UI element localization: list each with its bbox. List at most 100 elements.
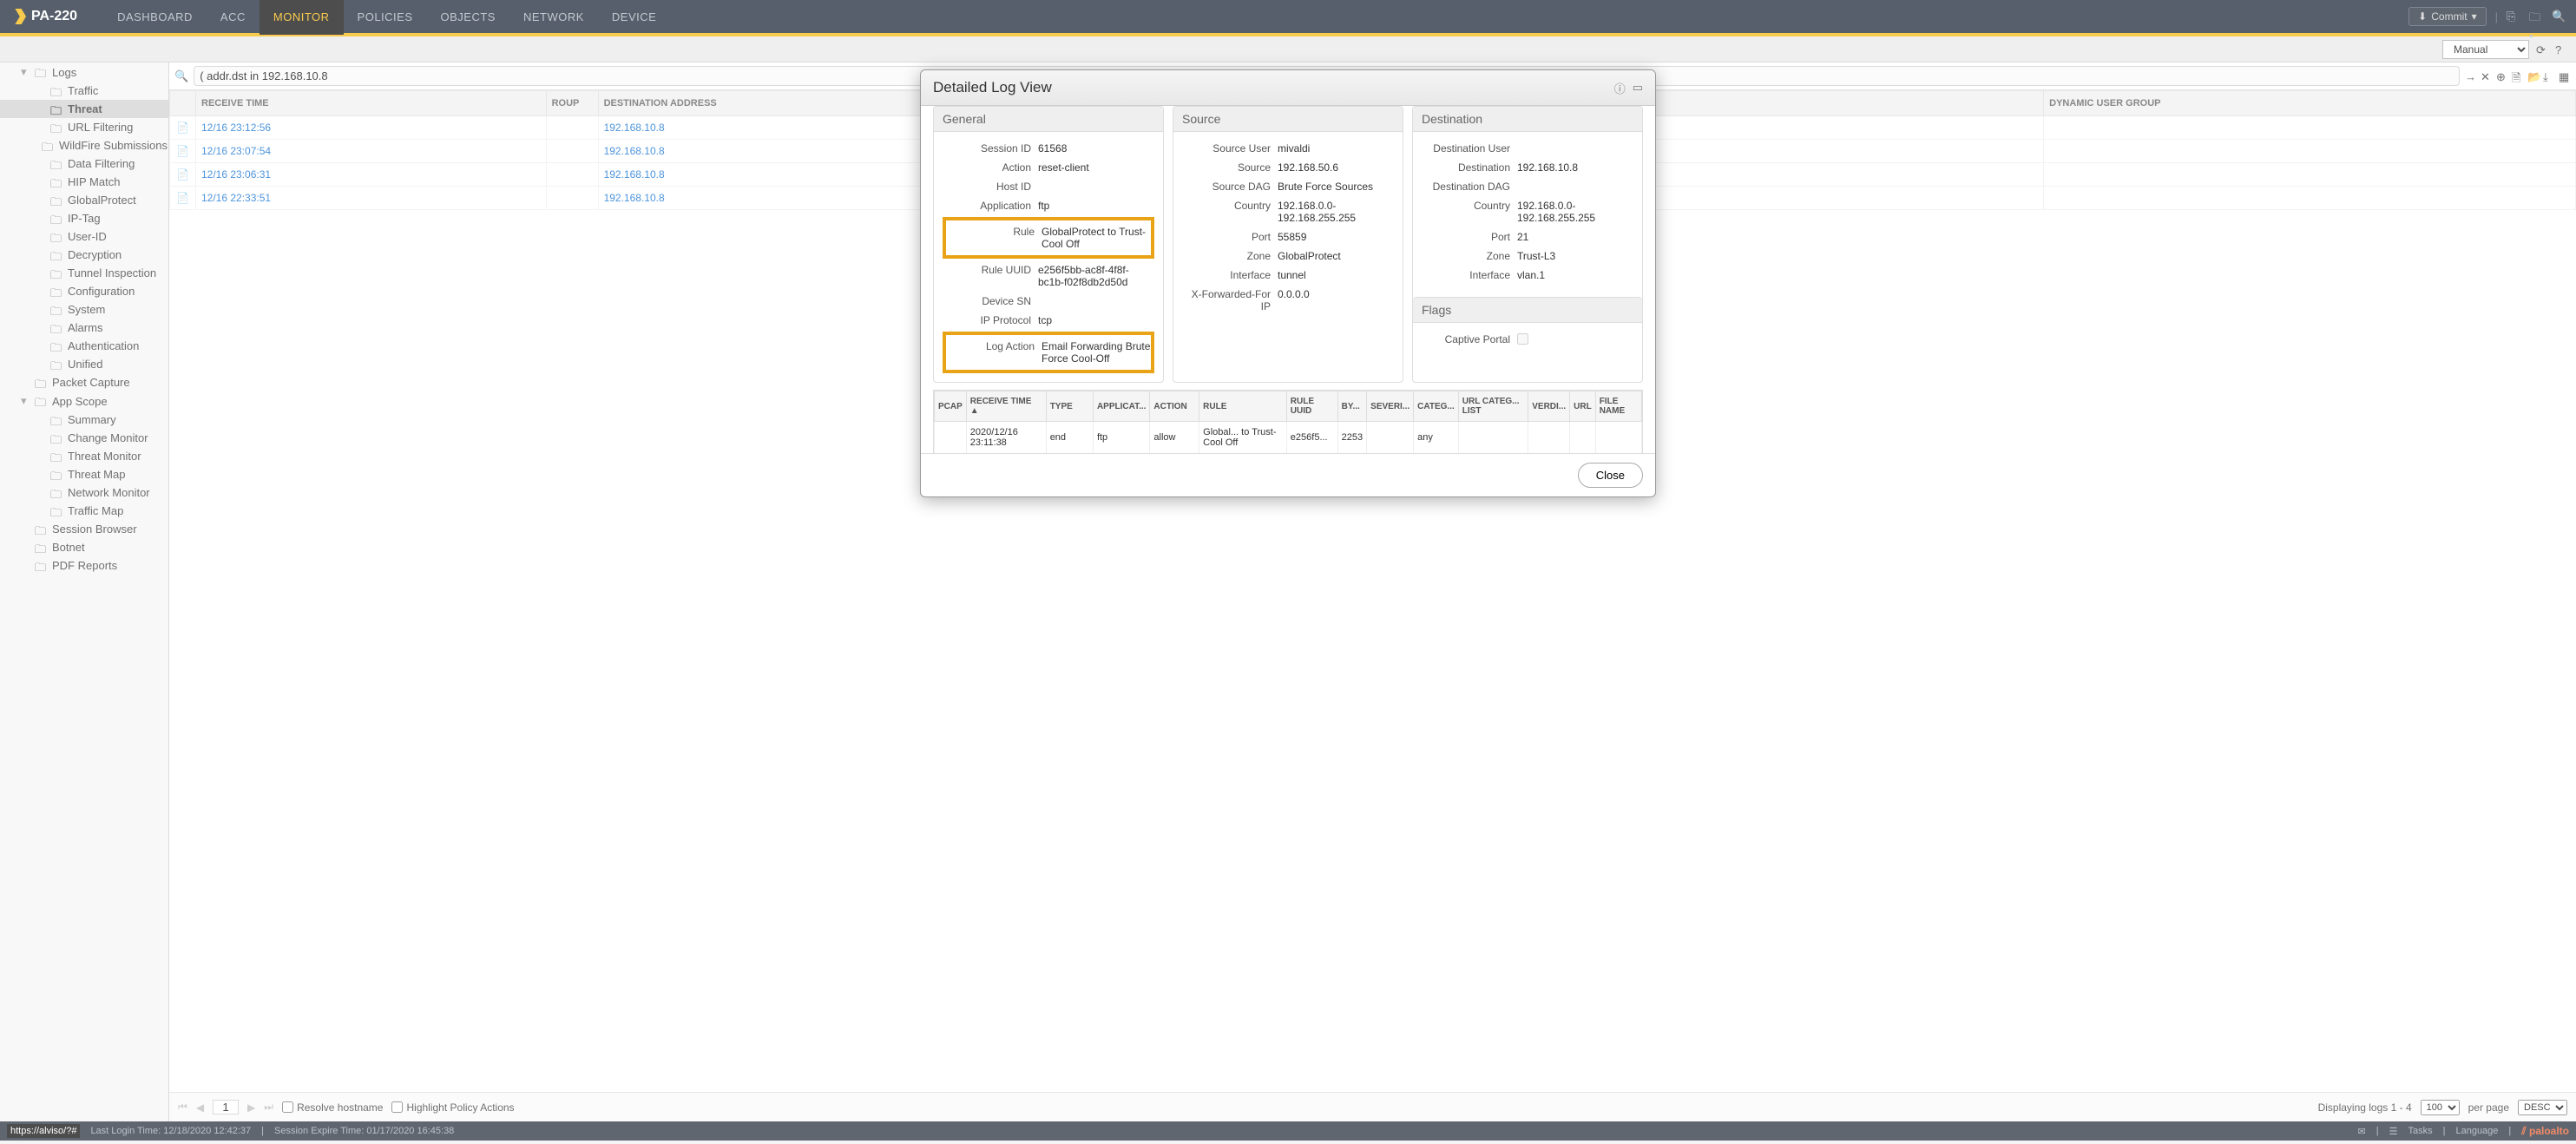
mt-cell — [1595, 422, 1641, 454]
kv-value: Brute Force Sources — [1278, 181, 1394, 193]
kv-label: Session ID — [943, 142, 1038, 155]
mt-col[interactable]: TYPE — [1046, 391, 1093, 422]
mt-col[interactable]: RULE UUID — [1286, 391, 1337, 422]
kv-label: Device SN — [943, 295, 1038, 307]
modal-body: General Session ID61568Actionreset-clien… — [921, 106, 1655, 453]
general-kv-row: Actionreset-client — [943, 158, 1154, 177]
kv-label: Country — [1182, 200, 1278, 224]
kv-value — [1517, 181, 1633, 193]
destination-kv-row: ZoneTrust-L3 — [1422, 247, 1633, 266]
general-panel: General Session ID61568Actionreset-clien… — [933, 106, 1164, 383]
destination-kv-row: Country192.168.0.0-192.168.255.255 — [1422, 196, 1633, 227]
modal-header: Detailed Log View ⓘ ▭ — [921, 70, 1655, 106]
source-kv-row: X-Forwarded-For IP0.0.0.0 — [1182, 285, 1394, 316]
mt-col[interactable]: URL CATEG... LIST — [1458, 391, 1528, 422]
related-log-row[interactable]: 2020/12/16 23:11:38endftpallowGlobal... … — [935, 422, 1642, 454]
kv-value — [1517, 142, 1633, 155]
mt-col[interactable]: CATEG... — [1414, 391, 1459, 422]
source-panel: Source Source UsermivaldiSource192.168.5… — [1173, 106, 1403, 383]
kv-label: Destination — [1422, 161, 1517, 174]
destination-kv-row: Interfacevlan.1 — [1422, 266, 1633, 285]
kv-value: reset-client — [1038, 161, 1154, 174]
modal-footer: Close — [921, 453, 1655, 496]
source-kv-row: Source192.168.50.6 — [1182, 158, 1394, 177]
mt-col[interactable]: APPLICAT... — [1093, 391, 1149, 422]
general-panel-body: Session ID61568Actionreset-clientHost ID… — [934, 132, 1163, 382]
close-button[interactable]: Close — [1578, 463, 1643, 488]
kv-label: Country — [1422, 200, 1517, 224]
general-kv-row: Device SN — [943, 292, 1154, 311]
source-kv-row: Port55859 — [1182, 227, 1394, 247]
kv-value — [1038, 181, 1154, 193]
general-kv-row: IP Protocoltcp — [943, 311, 1154, 330]
source-panel-body: Source UsermivaldiSource192.168.50.6Sour… — [1173, 132, 1403, 323]
general-kv-row: Host ID — [943, 177, 1154, 196]
window-icon[interactable]: ▭ — [1633, 81, 1643, 95]
mt-col[interactable]: URL — [1570, 391, 1596, 422]
mt-col[interactable]: RULE — [1199, 391, 1287, 422]
source-panel-header: Source — [1173, 107, 1403, 132]
destination-panel-body: Destination UserDestination192.168.10.8D… — [1413, 132, 1642, 292]
mt-col[interactable]: BY... — [1337, 391, 1366, 422]
destination-kv-row: Destination User — [1422, 139, 1633, 158]
mt-cell: allow — [1150, 422, 1199, 454]
mt-col[interactable]: SEVERI... — [1367, 391, 1414, 422]
kv-label: Port — [1182, 231, 1278, 243]
mt-cell: e256f5... — [1286, 422, 1337, 454]
highlighted-field: Log ActionEmail Forwarding Brute Force C… — [943, 332, 1154, 373]
mt-cell: Global... to Trust-Cool Off — [1199, 422, 1287, 454]
mt-cell — [1458, 422, 1528, 454]
mt-cell: any — [1414, 422, 1459, 454]
kv-value: 21 — [1517, 231, 1633, 243]
kv-label: Source — [1182, 161, 1278, 174]
destination-panel-header: Destination — [1413, 107, 1642, 132]
general-kv-row: Session ID61568 — [943, 139, 1154, 158]
kv-value: GlobalProtect to Trust-Cool Off — [1042, 226, 1151, 250]
mt-cell — [1570, 422, 1596, 454]
kv-label: Destination User — [1422, 142, 1517, 155]
related-logs-table: PCAPRECEIVE TIME ▲TYPEAPPLICAT...ACTIONR… — [934, 391, 1642, 453]
kv-value: 192.168.0.0-192.168.255.255 — [1517, 200, 1633, 224]
modal-backdrop: Detailed Log View ⓘ ▭ General Session ID… — [0, 0, 2576, 1144]
mt-col[interactable]: PCAP — [935, 391, 967, 422]
kv-value: tunnel — [1278, 269, 1394, 281]
modal-title: Detailed Log View — [933, 79, 1614, 96]
kv-value: mivaldi — [1278, 142, 1394, 155]
kv-value: 192.168.10.8 — [1517, 161, 1633, 174]
kv-value: Trust-L3 — [1517, 250, 1633, 262]
source-kv-row: ZoneGlobalProtect — [1182, 247, 1394, 266]
kv-label: Port — [1422, 231, 1517, 243]
kv-label: Destination DAG — [1422, 181, 1517, 193]
general-kv-row: RuleGlobalProtect to Trust-Cool Off — [946, 222, 1151, 253]
general-kv-row: Rule UUIDe256f5bb-ac8f-4f8f-bc1b-f02f8db… — [943, 260, 1154, 292]
flag-label: Captive Portal — [1422, 333, 1517, 347]
mt-col[interactable]: ACTION — [1150, 391, 1199, 422]
highlighted-field: RuleGlobalProtect to Trust-Cool Off — [943, 217, 1154, 259]
mt-col[interactable]: FILE NAME — [1595, 391, 1641, 422]
flags-panel-header: Flags — [1413, 297, 1642, 323]
kv-value: Email Forwarding Brute Force Cool-Off — [1042, 340, 1151, 365]
kv-label: Host ID — [943, 181, 1038, 193]
kv-label: IP Protocol — [943, 314, 1038, 326]
mt-cell — [1367, 422, 1414, 454]
kv-label: Source DAG — [1182, 181, 1278, 193]
mt-col[interactable]: VERDI... — [1528, 391, 1570, 422]
kv-label: X-Forwarded-For IP — [1182, 288, 1278, 312]
kv-value: GlobalProtect — [1278, 250, 1394, 262]
kv-value: 0.0.0.0 — [1278, 288, 1394, 312]
destination-kv-row: Port21 — [1422, 227, 1633, 247]
kv-value: 61568 — [1038, 142, 1154, 155]
destination-kv-row: Destination192.168.10.8 — [1422, 158, 1633, 177]
kv-label: Log Action — [946, 340, 1042, 365]
general-kv-row: Applicationftp — [943, 196, 1154, 215]
detailed-log-view-modal: Detailed Log View ⓘ ▭ General Session ID… — [920, 69, 1656, 497]
general-panel-header: General — [934, 107, 1163, 132]
source-kv-row: Source DAGBrute Force Sources — [1182, 177, 1394, 196]
help-icon[interactable]: ⓘ — [1614, 80, 1626, 96]
mt-col[interactable]: RECEIVE TIME ▲ — [966, 391, 1046, 422]
source-kv-row: Country192.168.0.0-192.168.255.255 — [1182, 196, 1394, 227]
kv-value: 192.168.50.6 — [1278, 161, 1394, 174]
kv-label: Zone — [1422, 250, 1517, 262]
kv-label: Rule UUID — [943, 264, 1038, 288]
mt-cell: 2020/12/16 23:11:38 — [966, 422, 1046, 454]
